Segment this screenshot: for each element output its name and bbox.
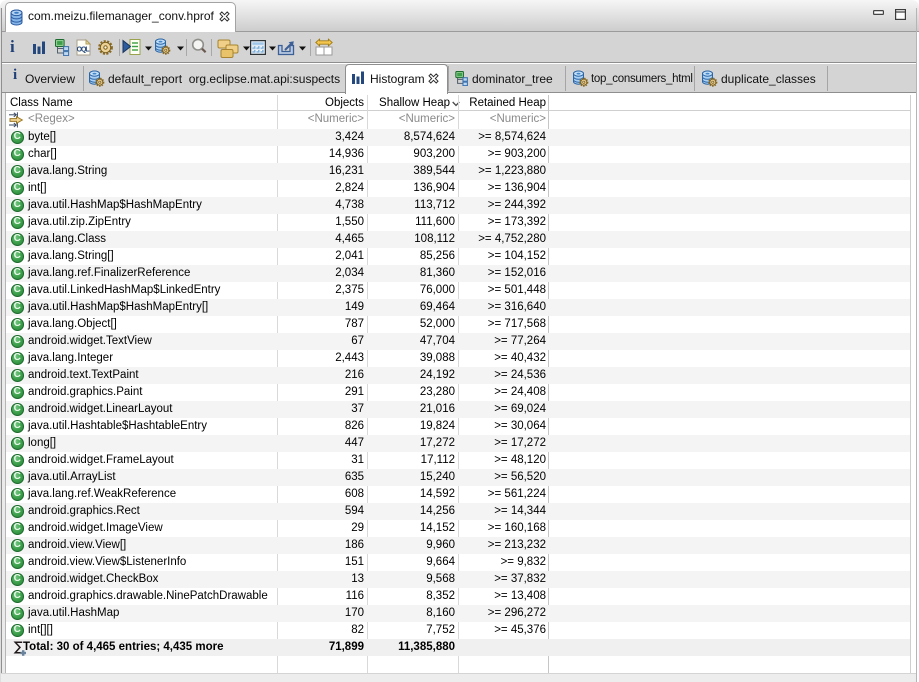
svg-text:OQL: OQL [77, 47, 91, 54]
